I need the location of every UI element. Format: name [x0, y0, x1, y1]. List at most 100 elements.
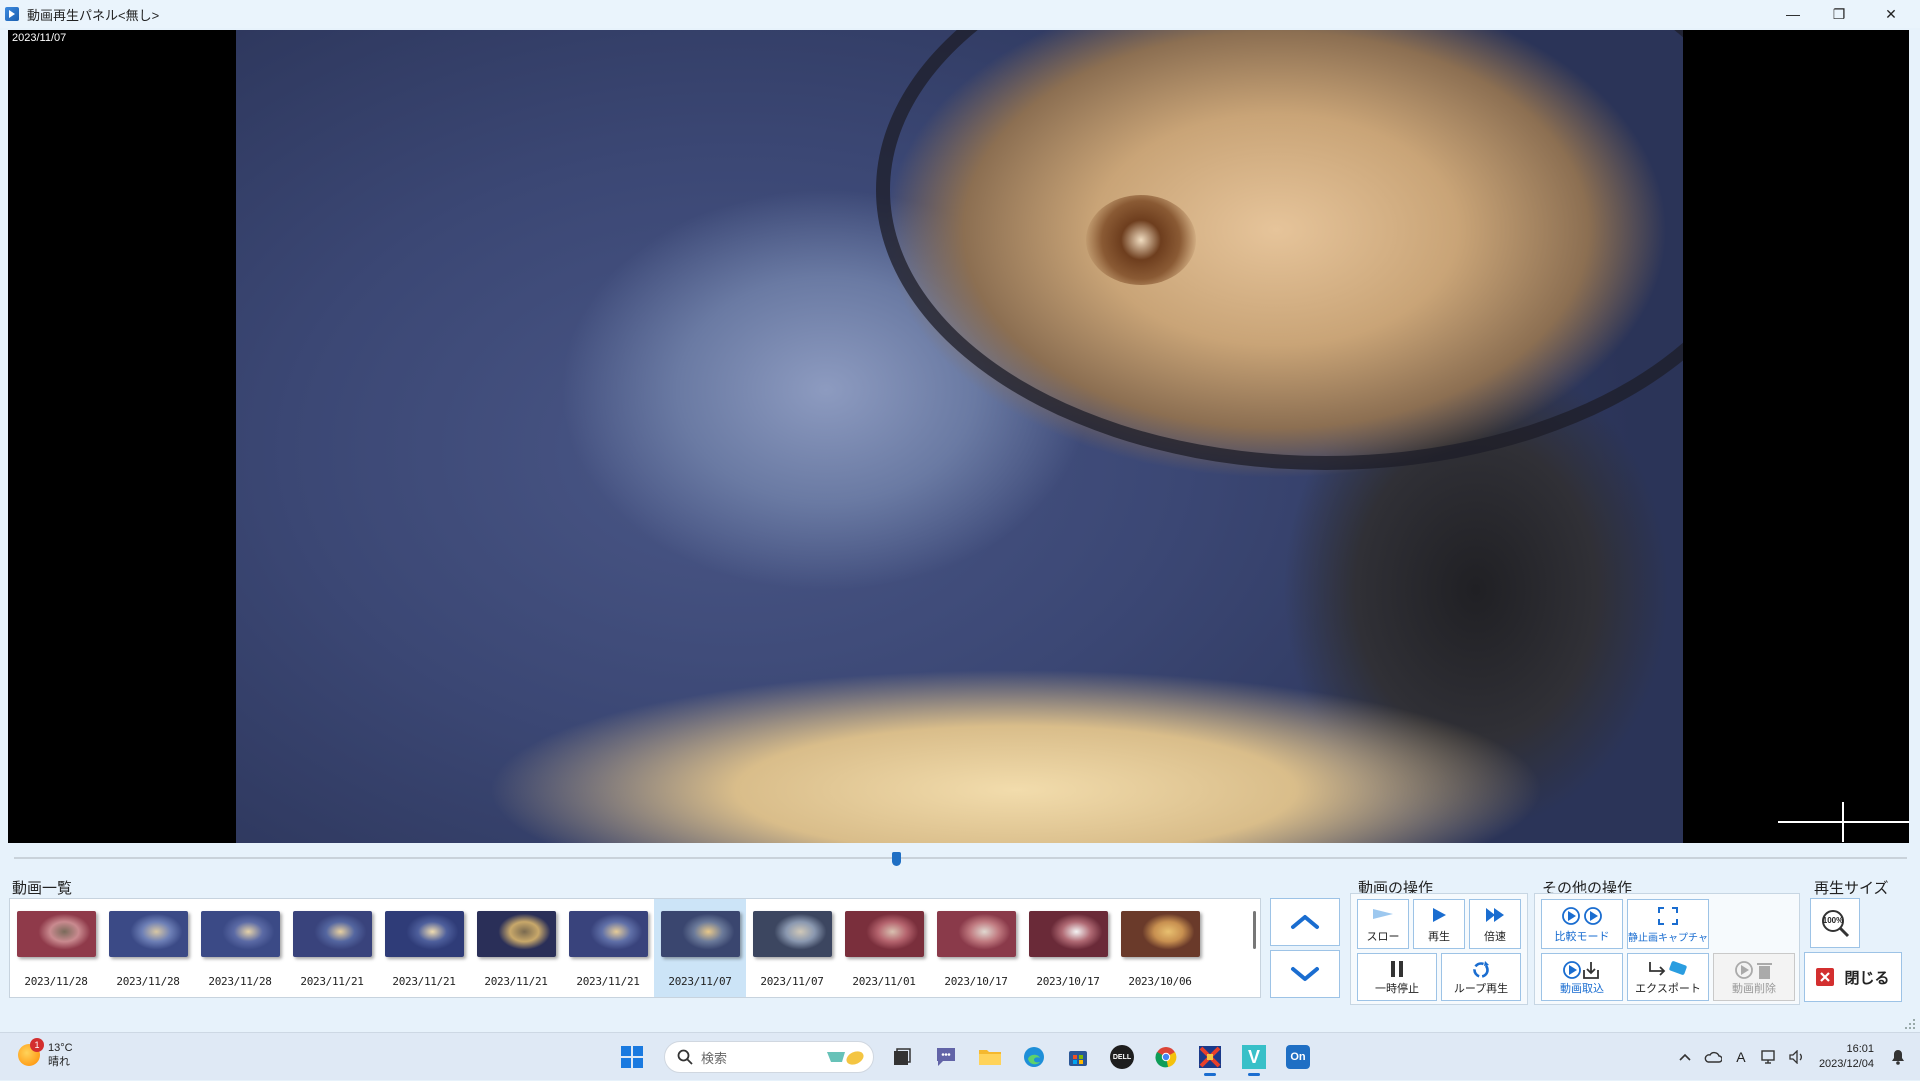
viewer-app-icon: [1199, 1046, 1221, 1068]
scroll-up-button[interactable]: [1270, 898, 1340, 946]
thumbnail-item[interactable]: 2023/11/28: [102, 899, 194, 997]
thumbnail-date: 2023/11/01: [852, 975, 916, 988]
compare-mode-label: 比較モード: [1554, 931, 1610, 943]
compare-mode-button[interactable]: 比較モード: [1541, 899, 1623, 949]
v-app-icon: V: [1242, 1045, 1266, 1069]
video-viewer-app-button[interactable]: [1190, 1037, 1230, 1077]
play-icon: [1414, 906, 1464, 924]
slow-label: スロー: [1366, 931, 1400, 943]
pause-label: 一時停止: [1375, 983, 1419, 995]
scroll-down-button[interactable]: [1270, 950, 1340, 998]
pause-icon: [1358, 960, 1436, 978]
notification-button[interactable]: [1884, 1033, 1912, 1081]
onedrive-button[interactable]: [1699, 1033, 1727, 1081]
thumbnail-item[interactable]: 2023/10/17: [1022, 899, 1114, 997]
start-button[interactable]: [612, 1037, 652, 1077]
thumbnail-item[interactable]: 2023/10/17: [930, 899, 1022, 997]
chevron-up-icon: [1291, 915, 1319, 929]
thumbnail-date: 2023/11/21: [392, 975, 456, 988]
network-button[interactable]: [1755, 1033, 1783, 1081]
ime-indicator[interactable]: A: [1727, 1033, 1755, 1081]
video-frame[interactable]: [236, 30, 1683, 843]
import-icon: [1542, 960, 1622, 980]
v-app-button[interactable]: V: [1234, 1037, 1274, 1077]
thumbnail-image: [661, 911, 740, 957]
thumbnail-image: [109, 911, 188, 957]
thumbnail-item[interactable]: 2023/11/21: [378, 899, 470, 997]
maximize-button[interactable]: ❐: [1816, 0, 1862, 28]
taskbar-clock[interactable]: 16:01 2023/12/04: [1819, 1042, 1874, 1072]
dell-logo-icon: DELL: [1110, 1045, 1134, 1069]
still-capture-label: 静止画キャプチャ: [1628, 933, 1708, 944]
thumbnail-date: 2023/11/07: [760, 975, 824, 988]
loop-play-button[interactable]: ループ再生: [1441, 953, 1521, 1001]
thumbnail-date: 2023/11/28: [208, 975, 272, 988]
thumbnail-item[interactable]: 2023/11/01: [838, 899, 930, 997]
slow-icon: [1358, 906, 1408, 922]
resize-grip-icon[interactable]: [1904, 1018, 1916, 1030]
on-app-icon: On: [1286, 1045, 1310, 1069]
play-button[interactable]: 再生: [1413, 899, 1465, 949]
thumbnail-item[interactable]: 2023/11/21: [470, 899, 562, 997]
thumbnail-item[interactable]: 2023/11/07: [746, 899, 838, 997]
video-thumbnail-list[interactable]: 2023/11/28 2023/11/28 2023/11/28 2023/11/21…: [9, 898, 1261, 998]
tray-overflow-button[interactable]: [1671, 1033, 1699, 1081]
thumbnail-item[interactable]: 2023/11/28: [10, 899, 102, 997]
thumbnail-image: [937, 911, 1016, 957]
window-title: 動画再生パネル<無し>: [27, 7, 160, 23]
store-icon: [1069, 1051, 1087, 1066]
video-list-label: 動画一覧: [12, 880, 73, 897]
chrome-button[interactable]: [1146, 1037, 1186, 1077]
thumbnail-item[interactable]: 2023/11/21: [286, 899, 378, 997]
thumbnail-item[interactable]: 2023/11/21: [562, 899, 654, 997]
edge-browser-button[interactable]: [1014, 1037, 1054, 1077]
thumbnail-strip: 2023/11/28 2023/11/28 2023/11/28 2023/11/21…: [10, 899, 1206, 997]
clock-date: 2023/12/04: [1818, 1058, 1874, 1070]
video-viewport[interactable]: 2023/11/07: [8, 30, 1909, 843]
close-panel-label: 閉じる: [1844, 969, 1890, 987]
close-x-icon: [1816, 968, 1835, 986]
thumbnail-item[interactable]: 2023/11/28: [194, 899, 286, 997]
task-view-button[interactable]: [882, 1037, 922, 1077]
close-window-button[interactable]: ✕: [1862, 0, 1920, 28]
thumbnail-scrollbar[interactable]: [1253, 911, 1256, 949]
sun-icon: 1: [18, 1038, 44, 1066]
store-button[interactable]: [1058, 1037, 1098, 1077]
delete-video-button[interactable]: 動画削除: [1713, 953, 1795, 1001]
weather-widget[interactable]: 1 13°C 晴れ: [18, 1038, 73, 1069]
seek-bar-thumb[interactable]: [892, 852, 902, 866]
teams-chat-button[interactable]: [926, 1037, 966, 1077]
search-placeholder: 検索: [701, 1050, 728, 1066]
fast-forward-button[interactable]: 倍速: [1469, 899, 1521, 949]
thumbnail-image: [569, 911, 648, 957]
still-capture-button[interactable]: 静止画キャプチャ: [1627, 899, 1709, 949]
thumbnail-item[interactable]: 2023/11/07: [654, 899, 746, 997]
taskbar-search[interactable]: 検索: [664, 1041, 874, 1073]
dell-app-button[interactable]: DELL: [1102, 1037, 1142, 1077]
pause-button[interactable]: 一時停止: [1357, 953, 1437, 1001]
thumbnail-image: [753, 911, 832, 957]
weather-description: 晴れ: [48, 1056, 70, 1068]
volume-button[interactable]: [1783, 1033, 1811, 1081]
minimize-button[interactable]: —: [1770, 0, 1816, 28]
thumbnail-date: 2023/10/17: [944, 975, 1008, 988]
export-button[interactable]: エクスポート: [1627, 953, 1709, 1001]
fast-forward-label: 倍速: [1484, 931, 1506, 943]
file-explorer-button[interactable]: [970, 1037, 1010, 1077]
search-icon: [677, 1049, 693, 1065]
on-app-button[interactable]: On: [1278, 1037, 1318, 1077]
zoom-100-button[interactable]: 100%: [1810, 898, 1860, 948]
task-view-icon: [894, 1048, 911, 1065]
speaker-icon: [1789, 1050, 1802, 1064]
fast-forward-icon: [1470, 906, 1520, 924]
thumbnail-image: [1121, 911, 1200, 957]
import-video-button[interactable]: 動画取込: [1541, 953, 1623, 1001]
close-panel-button[interactable]: 閉じる: [1804, 952, 1902, 1002]
thumbnail-item[interactable]: 2023/10/06: [1114, 899, 1206, 997]
seek-bar-track[interactable]: [14, 857, 1907, 859]
edge-icon: [1024, 1047, 1044, 1067]
cloud-icon: [1704, 1051, 1722, 1063]
import-video-label: 動画取込: [1560, 983, 1604, 995]
slow-button[interactable]: スロー: [1357, 899, 1409, 949]
compare-icon: [1542, 906, 1622, 926]
